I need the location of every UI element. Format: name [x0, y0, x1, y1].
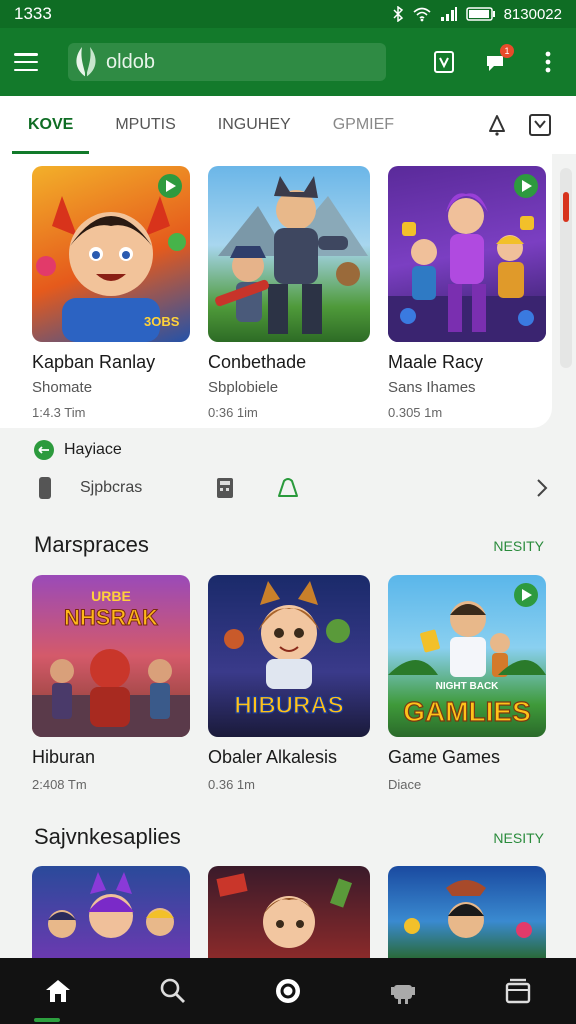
game-card[interactable] [388, 866, 546, 958]
section-more-link[interactable]: NESITY [493, 830, 544, 846]
signal-icon [440, 7, 457, 21]
card-subtitle: Shomate [32, 379, 93, 396]
svg-text:3OBS: 3OBS [144, 314, 180, 329]
section-title: Sajvnkesaplies [34, 824, 181, 849]
game-artwork [208, 866, 370, 958]
game-card[interactable]: NIGHT BACK GAMLIES Game Games Diace [388, 575, 546, 792]
library-icon [506, 978, 531, 1004]
scroll-indicator[interactable] [560, 168, 572, 368]
nav-active-indicator [34, 1018, 60, 1022]
game-artwork: HIBURAS [208, 575, 370, 737]
card-meta: 0.305 1m [388, 405, 443, 420]
status-right-text: 8130022 [503, 5, 562, 23]
card-title: Conbethade [208, 352, 307, 372]
filter-heading: Hayiace [34, 440, 122, 460]
game-artwork [32, 866, 190, 958]
app-bar: oldob 1 [0, 28, 576, 96]
card-meta: 0:36 1im [208, 405, 258, 420]
device-icon [39, 477, 51, 499]
card-title: Hiburan [32, 747, 96, 767]
section-more-link[interactable]: NESITY [493, 538, 544, 554]
search-icon [160, 978, 185, 1003]
featured-card[interactable]: Maale Racy Sans Ihames 0.305 1m [388, 166, 546, 420]
game-artwork [388, 866, 546, 958]
bell-outline-icon[interactable] [276, 477, 300, 499]
search-text: oldob [106, 50, 155, 73]
tab-inguhey[interactable]: INGUHEY [218, 96, 291, 154]
card-meta: Diace [388, 777, 422, 792]
home-icon [45, 980, 70, 1002]
notification-badge: 1 [500, 44, 514, 58]
game-card[interactable]: URBE NHSRAK Hiburan 2:408 Tm [32, 575, 190, 792]
filter-row: Hayiace Sjpbcras [0, 430, 576, 514]
game-artwork [388, 166, 546, 342]
featured-card[interactable]: Conbethade Sbplobiele 0:36 1im [208, 166, 370, 420]
play-badge-icon [514, 583, 538, 607]
game-artwork: URBE NHSRAK [32, 575, 190, 737]
art-title-text: GAMLIES [403, 696, 531, 727]
nav-center[interactable] [268, 971, 308, 1011]
featured-card[interactable]: 3OBS Kapban Ranlay Shomate 1:4.3 Tim [32, 166, 190, 420]
card-meta: 2:408 Tm [32, 777, 87, 792]
leaf-logo-icon [76, 47, 96, 77]
art-caption: NIGHT BACK [436, 681, 500, 692]
nav-library[interactable] [498, 971, 538, 1011]
tab-kove[interactable]: KOVE [11, 96, 90, 154]
filter-dropdown[interactable]: Sjpbcras [38, 474, 548, 502]
battery-icon [465, 7, 495, 21]
status-icons: 8130022 [392, 6, 562, 23]
filter-heading-text: Hayiace [64, 441, 122, 458]
tab-gpmief[interactable]: GPMIEF [333, 96, 394, 154]
play-badge-icon [158, 174, 182, 198]
status-time: 1333 [14, 4, 52, 23]
card-subtitle: Sbplobiele [208, 379, 279, 396]
game-artwork [208, 166, 370, 342]
card-title: Kapban Ranlay [32, 352, 156, 372]
search-box[interactable]: oldob [68, 43, 386, 81]
category-dot-icon [34, 440, 54, 460]
wifi-icon [413, 7, 431, 22]
bell-icon[interactable] [486, 113, 508, 137]
art-caption: URBE [91, 588, 131, 604]
card-meta: 0.36 1m [208, 777, 255, 792]
art-title-text: NHSRAK [64, 605, 158, 630]
filter-dropdown-text: Sjpbcras [80, 479, 143, 496]
card-title: Game Games [388, 747, 501, 767]
checkbox-icon[interactable] [430, 48, 458, 76]
game-artwork: 3OBS [32, 166, 190, 342]
game-card[interactable] [208, 866, 370, 958]
card-title: Maale Racy [388, 352, 484, 372]
bluetooth-icon [393, 6, 403, 22]
bookmark-icon[interactable] [528, 113, 552, 137]
section-title: Marspraces [34, 532, 149, 557]
nav-home[interactable] [38, 971, 78, 1011]
status-bar: 1333 8130022 [0, 0, 576, 28]
menu-icon[interactable] [14, 53, 38, 71]
card-subtitle: Sans Ihames [388, 379, 476, 396]
game-artwork: NIGHT BACK GAMLIES [388, 575, 546, 737]
tab-mputis[interactable]: MPUTIS [115, 96, 175, 154]
notification-icon[interactable]: 1 [482, 44, 514, 76]
bottom-nav [0, 958, 576, 1024]
card-title: Obaler Alkalesis [208, 747, 338, 767]
game-card[interactable] [32, 866, 190, 958]
play-badge-icon [514, 174, 538, 198]
nav-search[interactable] [153, 971, 193, 1011]
circle-icon [275, 979, 300, 1003]
nav-games[interactable] [383, 971, 423, 1011]
art-title-text: HIBURAS [234, 692, 343, 719]
tab-bar: KOVE MPUTIS INGUHEY GPMIEF [0, 96, 576, 154]
calculator-icon[interactable] [216, 477, 234, 499]
card-meta: 1:4.3 Tim [32, 405, 86, 420]
more-icon[interactable] [534, 48, 562, 76]
chevron-right-icon[interactable] [536, 478, 548, 498]
game-card[interactable]: HIBURAS Obaler Alkalesis 0.36 1m [208, 575, 370, 792]
robot-icon [391, 985, 416, 1004]
